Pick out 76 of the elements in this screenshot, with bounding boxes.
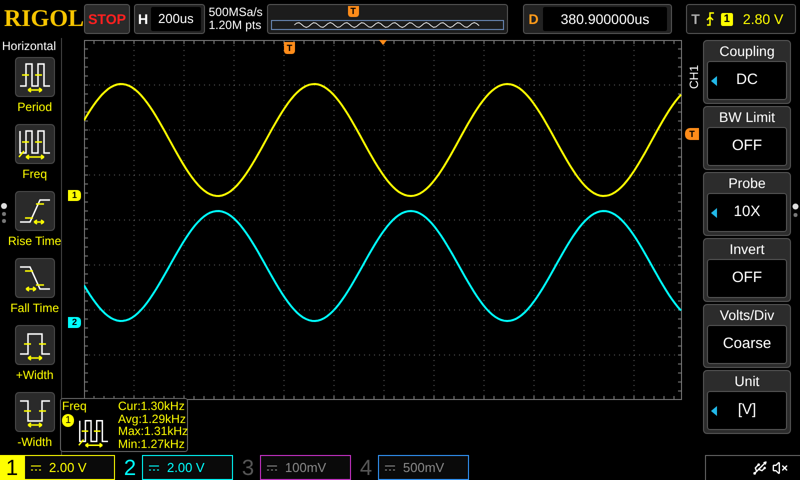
knob-arrow-icon: [711, 406, 717, 416]
channel-menu-item[interactable]: Coupling DC: [703, 40, 791, 104]
channel-scale-panel[interactable]: 2.00 V: [142, 455, 233, 480]
channel-scale-panel[interactable]: 100mV: [260, 455, 351, 480]
timebase-value: 200us: [151, 7, 201, 31]
channel-scale: 100mV: [285, 458, 326, 477]
measurement-value: Avg:1.29kHz: [118, 412, 186, 425]
sample-rate: 500MSa/s: [208, 6, 263, 19]
menu-item-value: Coarse: [722, 334, 772, 354]
channel-scale-panel[interactable]: 2.00 V: [24, 455, 115, 480]
channel-menu-item[interactable]: Unit [V]: [703, 370, 791, 434]
menu-item-label: Unit: [734, 372, 760, 391]
trigger-label: T: [691, 10, 700, 28]
measurement-source: 1: [62, 414, 74, 427]
channel-scale-panel[interactable]: 500mV: [378, 455, 469, 480]
channel-scale: 2.00 V: [167, 458, 205, 477]
delay-value: 380.900000us: [542, 7, 668, 31]
trigger-position-marker: T: [348, 6, 359, 17]
menu-channel-title: CH1: [687, 65, 701, 89]
measurement-label: Rise Time: [8, 234, 62, 248]
measurement-option[interactable]: -Width: [8, 388, 62, 455]
measurement-label: Freq: [22, 167, 48, 181]
menu-item-value: 10X: [734, 202, 760, 222]
measurement-option[interactable]: Freq: [8, 120, 62, 187]
trigger-level-marker[interactable]: T: [685, 128, 699, 140]
menu-item-value: OFF: [732, 268, 762, 288]
channel-menu-item[interactable]: Volts/Div Coarse: [703, 304, 791, 368]
measurement-option[interactable]: Period: [8, 53, 62, 120]
measurement-option[interactable]: Rise Time: [8, 187, 62, 254]
usb-icon: [752, 460, 768, 476]
channel-marker[interactable]: 1: [68, 190, 81, 201]
timebase-label: H: [138, 10, 148, 28]
memory-depth: 1.20M pts: [208, 19, 262, 32]
knob-arrow-icon: [711, 208, 717, 218]
channel-number[interactable]: 2: [118, 455, 142, 480]
channel-menu-item[interactable]: BW Limit OFF: [703, 106, 791, 170]
channel-scale: 500mV: [403, 458, 444, 477]
menu-item-label: Coupling: [719, 42, 775, 61]
measurement-label: Fall Time: [10, 301, 60, 315]
measurement-value: Max:1.31kHz: [118, 425, 188, 438]
menu-item-value: OFF: [732, 136, 762, 156]
page-indicator-icon: [792, 203, 799, 219]
menu-item-value: [V]: [738, 400, 756, 420]
measurement-label: +Width: [16, 368, 54, 382]
knob-arrow-icon: [711, 76, 717, 86]
menu-item-label: Invert: [729, 240, 764, 259]
menu-item-value: DC: [736, 70, 758, 90]
measurement-label: -Width: [17, 435, 52, 449]
channel-number[interactable]: 1: [0, 455, 24, 480]
channel-menu-item[interactable]: Invert OFF: [703, 238, 791, 302]
dc-coupling-icon: [267, 464, 277, 470]
channel-menu-item[interactable]: Probe 10X: [703, 172, 791, 236]
delay-marker-icon: [379, 40, 387, 45]
dc-coupling-icon: [385, 464, 395, 470]
trigger-position-marker[interactable]: T: [284, 42, 295, 54]
rising-edge-icon: [706, 12, 715, 26]
dc-coupling-icon: [31, 464, 41, 470]
measurement-label: Period: [17, 100, 52, 114]
menu-item-label: Probe: [728, 174, 766, 193]
menu-title: Horizontal: [1, 38, 58, 53]
dc-coupling-icon: [149, 464, 159, 470]
trigger-source: 1: [720, 12, 733, 26]
measurement-option[interactable]: Fall Time: [8, 254, 62, 321]
delay-label: D: [528, 10, 539, 28]
page-indicator-icon: [0, 202, 8, 224]
menu-item-label: BW Limit: [719, 108, 775, 127]
trigger-level: 2.80 V: [742, 10, 784, 28]
channel-scale: 2.00 V: [49, 458, 87, 477]
measurement-option[interactable]: +Width: [8, 321, 62, 388]
measurement-value: Min:1.27kHz: [118, 438, 186, 450]
measurement-value: Cur:1.30kHz: [118, 400, 186, 412]
run-stop-status[interactable]: STOP: [84, 4, 130, 34]
measurement-name: Freq: [62, 400, 88, 412]
speaker-muted-icon: [772, 460, 788, 476]
channel-marker[interactable]: 2: [68, 317, 81, 328]
menu-item-label: Volts/Div: [720, 306, 774, 325]
